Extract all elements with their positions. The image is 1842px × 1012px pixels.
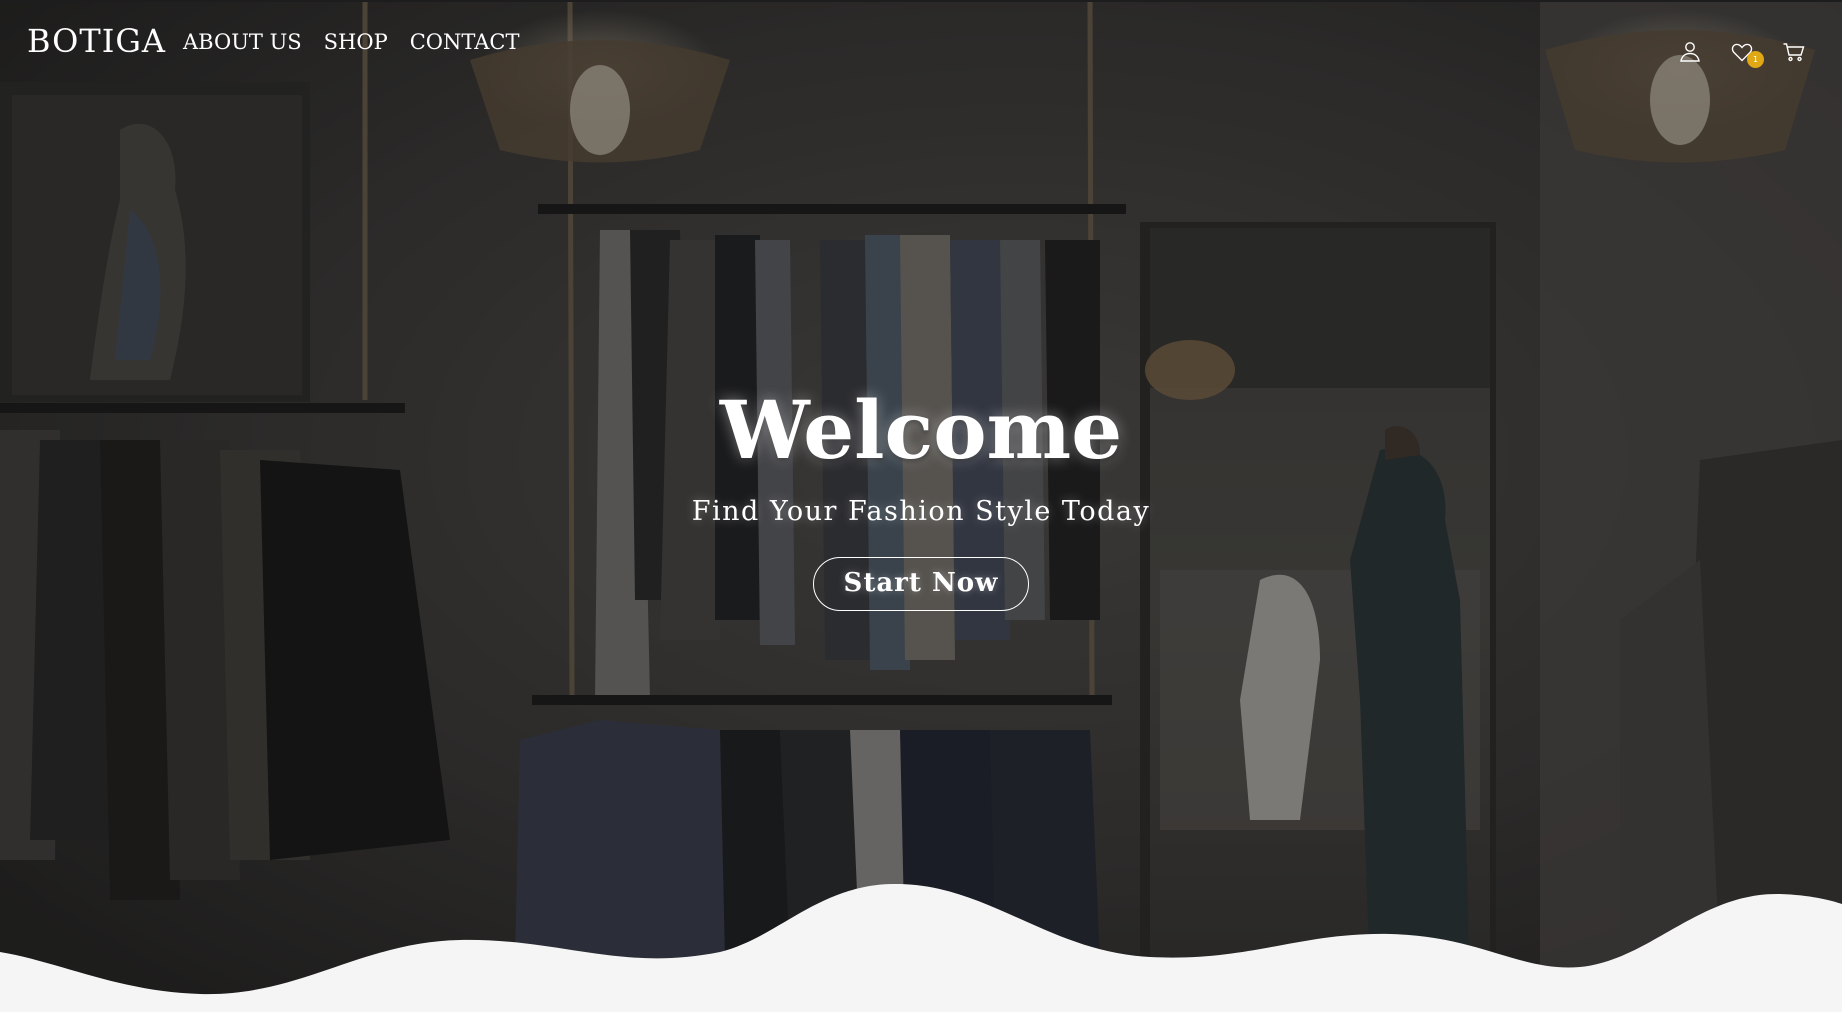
nav-link-shop[interactable]: SHOP (324, 30, 388, 54)
cart-icon[interactable] (1782, 40, 1806, 64)
hero-subtitle: Find Your Fashion Style Today (691, 496, 1151, 527)
main-navigation: ABOUT US SHOP CONTACT (183, 30, 519, 54)
hero-content: Welcome Find Your Fashion Style Today St… (0, 390, 1842, 611)
wishlist-button[interactable]: 1 (1730, 40, 1764, 68)
site-logo[interactable]: BOTIGA (27, 22, 166, 60)
start-now-button[interactable]: Start Now (812, 557, 1030, 611)
nav-link-about-us[interactable]: ABOUT US (183, 30, 302, 54)
hero-section: BOTIGA ABOUT US SHOP CONTACT 1 Welcome F… (0, 0, 1842, 1012)
nav-link-contact[interactable]: CONTACT (410, 30, 520, 54)
site-header: BOTIGA ABOUT US SHOP CONTACT 1 (0, 0, 1842, 90)
wave-divider (0, 883, 1842, 1012)
wishlist-count-badge: 1 (1747, 51, 1764, 68)
header-icons: 1 (1678, 40, 1806, 68)
browser-top-edge (0, 0, 1842, 2)
hero-title: Welcome (719, 383, 1123, 477)
user-icon[interactable] (1678, 40, 1702, 64)
